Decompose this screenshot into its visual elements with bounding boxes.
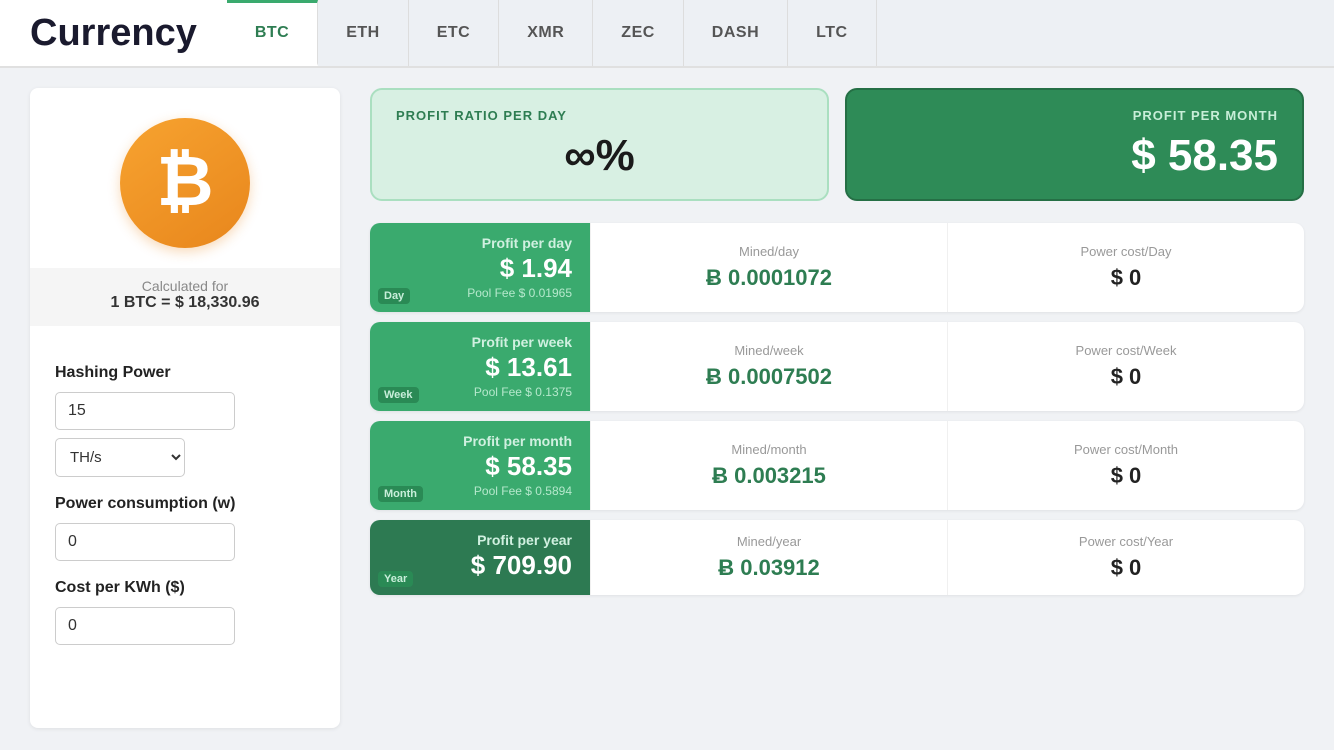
cost-per-kwh-input[interactable]	[55, 607, 235, 645]
week-power-label: Power cost/Week	[1076, 343, 1177, 358]
data-rows: Profit per day $ 1.94 Pool Fee $ 0.01965…	[370, 223, 1304, 595]
tab-zec[interactable]: ZEC	[593, 0, 684, 66]
week-row: Profit per week $ 13.61 Pool Fee $ 0.137…	[370, 322, 1304, 411]
week-mined-cell: Mined/week Ƀ 0.0007502	[590, 322, 947, 411]
week-profit-title: Profit per week	[388, 334, 572, 350]
month-power-value: $ 0	[1111, 463, 1142, 489]
day-power-cell: Power cost/Day $ 0	[947, 223, 1304, 312]
ratio-label: PROFIT RATIO PER DAY	[396, 108, 803, 123]
tab-btc[interactable]: BTC	[227, 0, 318, 66]
power-consumption-label: Power consumption (w)	[55, 495, 315, 513]
day-profit-value: $ 1.94	[388, 253, 572, 284]
tab-xmr[interactable]: XMR	[499, 0, 593, 66]
month-mined-value: Ƀ 0.003215	[712, 463, 826, 489]
btc-symbol: ₿	[156, 146, 213, 216]
week-row-right: Mined/week Ƀ 0.0007502 Power cost/Week $…	[590, 322, 1304, 411]
month-row-left: Profit per month $ 58.35 Pool Fee $ 0.58…	[370, 421, 590, 510]
week-power-cell: Power cost/Week $ 0	[947, 322, 1304, 411]
left-form: Hashing Power TH/s GH/s MH/s Power consu…	[30, 326, 340, 645]
day-power-label: Power cost/Day	[1080, 244, 1171, 259]
month-mined-cell: Mined/month Ƀ 0.003215	[590, 421, 947, 510]
btc-icon: ₿	[120, 118, 250, 248]
power-consumption-input[interactable]	[55, 523, 235, 561]
day-badge: Day	[378, 288, 410, 304]
year-power-label: Power cost/Year	[1079, 534, 1173, 549]
month-power-cell: Power cost/Month $ 0	[947, 421, 1304, 510]
month-profit-title: Profit per month	[388, 433, 572, 449]
app-title: Currency	[0, 0, 227, 66]
cost-per-kwh-label: Cost per KWh ($)	[55, 579, 315, 597]
week-profit-value: $ 13.61	[388, 352, 572, 383]
stat-card-ratio: PROFIT RATIO PER DAY ∞%	[370, 88, 829, 201]
tab-ltc[interactable]: LTC	[788, 0, 876, 66]
day-mined-value: Ƀ 0.0001072	[706, 265, 832, 291]
main-content: ₿ Calculated for 1 BTC = $ 18,330.96 Has…	[0, 68, 1334, 748]
stat-cards: PROFIT RATIO PER DAY ∞% PROFIT PER MONTH…	[370, 88, 1304, 201]
day-row: Profit per day $ 1.94 Pool Fee $ 0.01965…	[370, 223, 1304, 312]
week-mined-value: Ƀ 0.0007502	[706, 364, 832, 390]
year-mined-label: Mined/year	[737, 534, 801, 549]
currency-tabs: BTC ETH ETC XMR ZEC DASH LTC	[227, 0, 1334, 66]
ratio-value: ∞%	[396, 131, 803, 181]
year-row-right: Mined/year Ƀ 0.03912 Power cost/Year $ 0	[590, 520, 1304, 595]
coin-icon-area: ₿	[30, 88, 340, 268]
month-value: $ 58.35	[871, 131, 1278, 181]
day-profit-title: Profit per day	[388, 235, 572, 251]
month-label: PROFIT PER MONTH	[871, 108, 1278, 123]
day-power-value: $ 0	[1111, 265, 1142, 291]
year-profit-title: Profit per year	[388, 532, 572, 548]
year-mined-value: Ƀ 0.03912	[718, 555, 820, 581]
tab-etc[interactable]: ETC	[409, 0, 500, 66]
day-row-left: Profit per day $ 1.94 Pool Fee $ 0.01965…	[370, 223, 590, 312]
calculated-value: 1 BTC = $ 18,330.96	[30, 294, 340, 312]
week-power-value: $ 0	[1111, 364, 1142, 390]
year-row-left: Profit per year $ 709.90 Year	[370, 520, 590, 595]
month-badge: Month	[378, 486, 423, 502]
calculated-label: Calculated for	[30, 278, 340, 294]
week-row-left: Profit per week $ 13.61 Pool Fee $ 0.137…	[370, 322, 590, 411]
stat-card-month: PROFIT PER MONTH $ 58.35	[845, 88, 1304, 201]
hashing-unit-select[interactable]: TH/s GH/s MH/s	[55, 438, 185, 477]
month-row-right: Mined/month Ƀ 0.003215 Power cost/Month …	[590, 421, 1304, 510]
month-profit-value: $ 58.35	[388, 451, 572, 482]
hashing-power-label: Hashing Power	[55, 364, 315, 382]
week-badge: Week	[378, 387, 419, 403]
tab-dash[interactable]: DASH	[684, 0, 788, 66]
week-mined-label: Mined/week	[734, 343, 803, 358]
hashing-power-input[interactable]	[55, 392, 235, 430]
calculated-for-section: Calculated for 1 BTC = $ 18,330.96	[30, 268, 340, 326]
year-mined-cell: Mined/year Ƀ 0.03912	[590, 520, 947, 595]
year-power-value: $ 0	[1111, 555, 1142, 581]
year-row: Profit per year $ 709.90 Year Mined/year…	[370, 520, 1304, 595]
left-panel: ₿ Calculated for 1 BTC = $ 18,330.96 Has…	[30, 88, 340, 728]
header: Currency BTC ETH ETC XMR ZEC DASH LTC	[0, 0, 1334, 68]
day-pool-fee: Pool Fee $ 0.01965	[388, 286, 572, 300]
day-row-right: Mined/day Ƀ 0.0001072 Power cost/Day $ 0	[590, 223, 1304, 312]
day-mined-cell: Mined/day Ƀ 0.0001072	[590, 223, 947, 312]
month-power-label: Power cost/Month	[1074, 442, 1178, 457]
tab-eth[interactable]: ETH	[318, 0, 409, 66]
day-mined-label: Mined/day	[739, 244, 799, 259]
right-panel: PROFIT RATIO PER DAY ∞% PROFIT PER MONTH…	[340, 88, 1304, 728]
year-power-cell: Power cost/Year $ 0	[947, 520, 1304, 595]
year-badge: Year	[378, 571, 413, 587]
month-mined-label: Mined/month	[731, 442, 806, 457]
month-row: Profit per month $ 58.35 Pool Fee $ 0.58…	[370, 421, 1304, 510]
year-profit-value: $ 709.90	[388, 550, 572, 581]
